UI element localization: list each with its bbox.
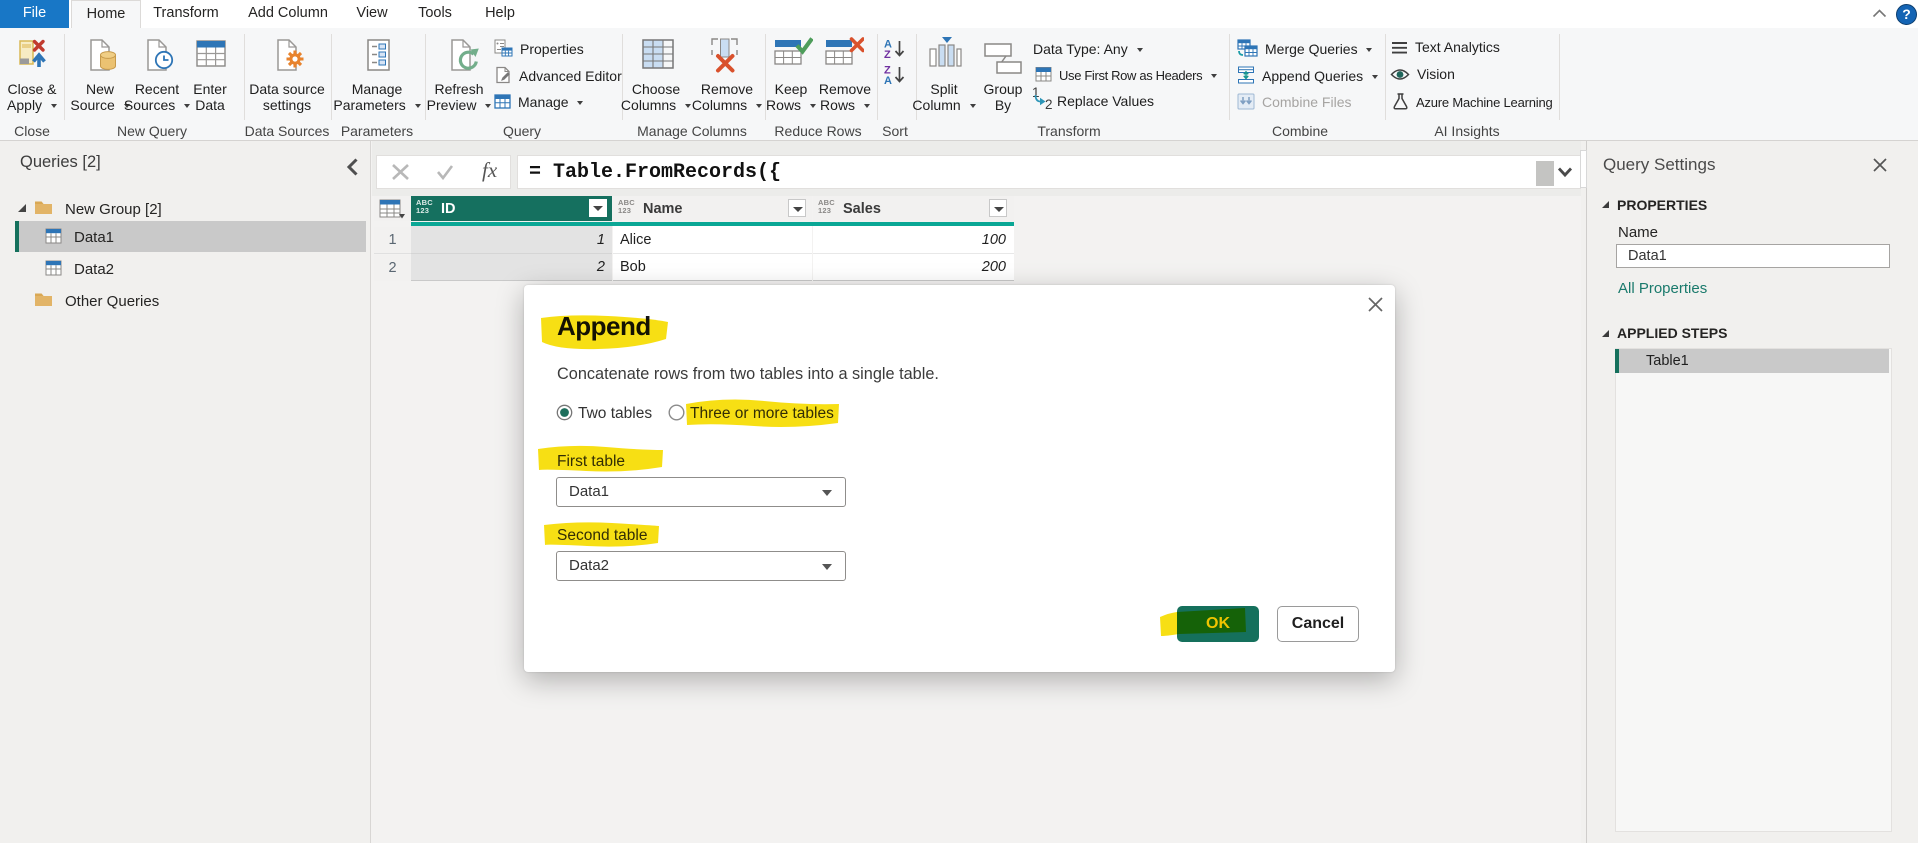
svg-text:Z: Z	[884, 49, 891, 59]
